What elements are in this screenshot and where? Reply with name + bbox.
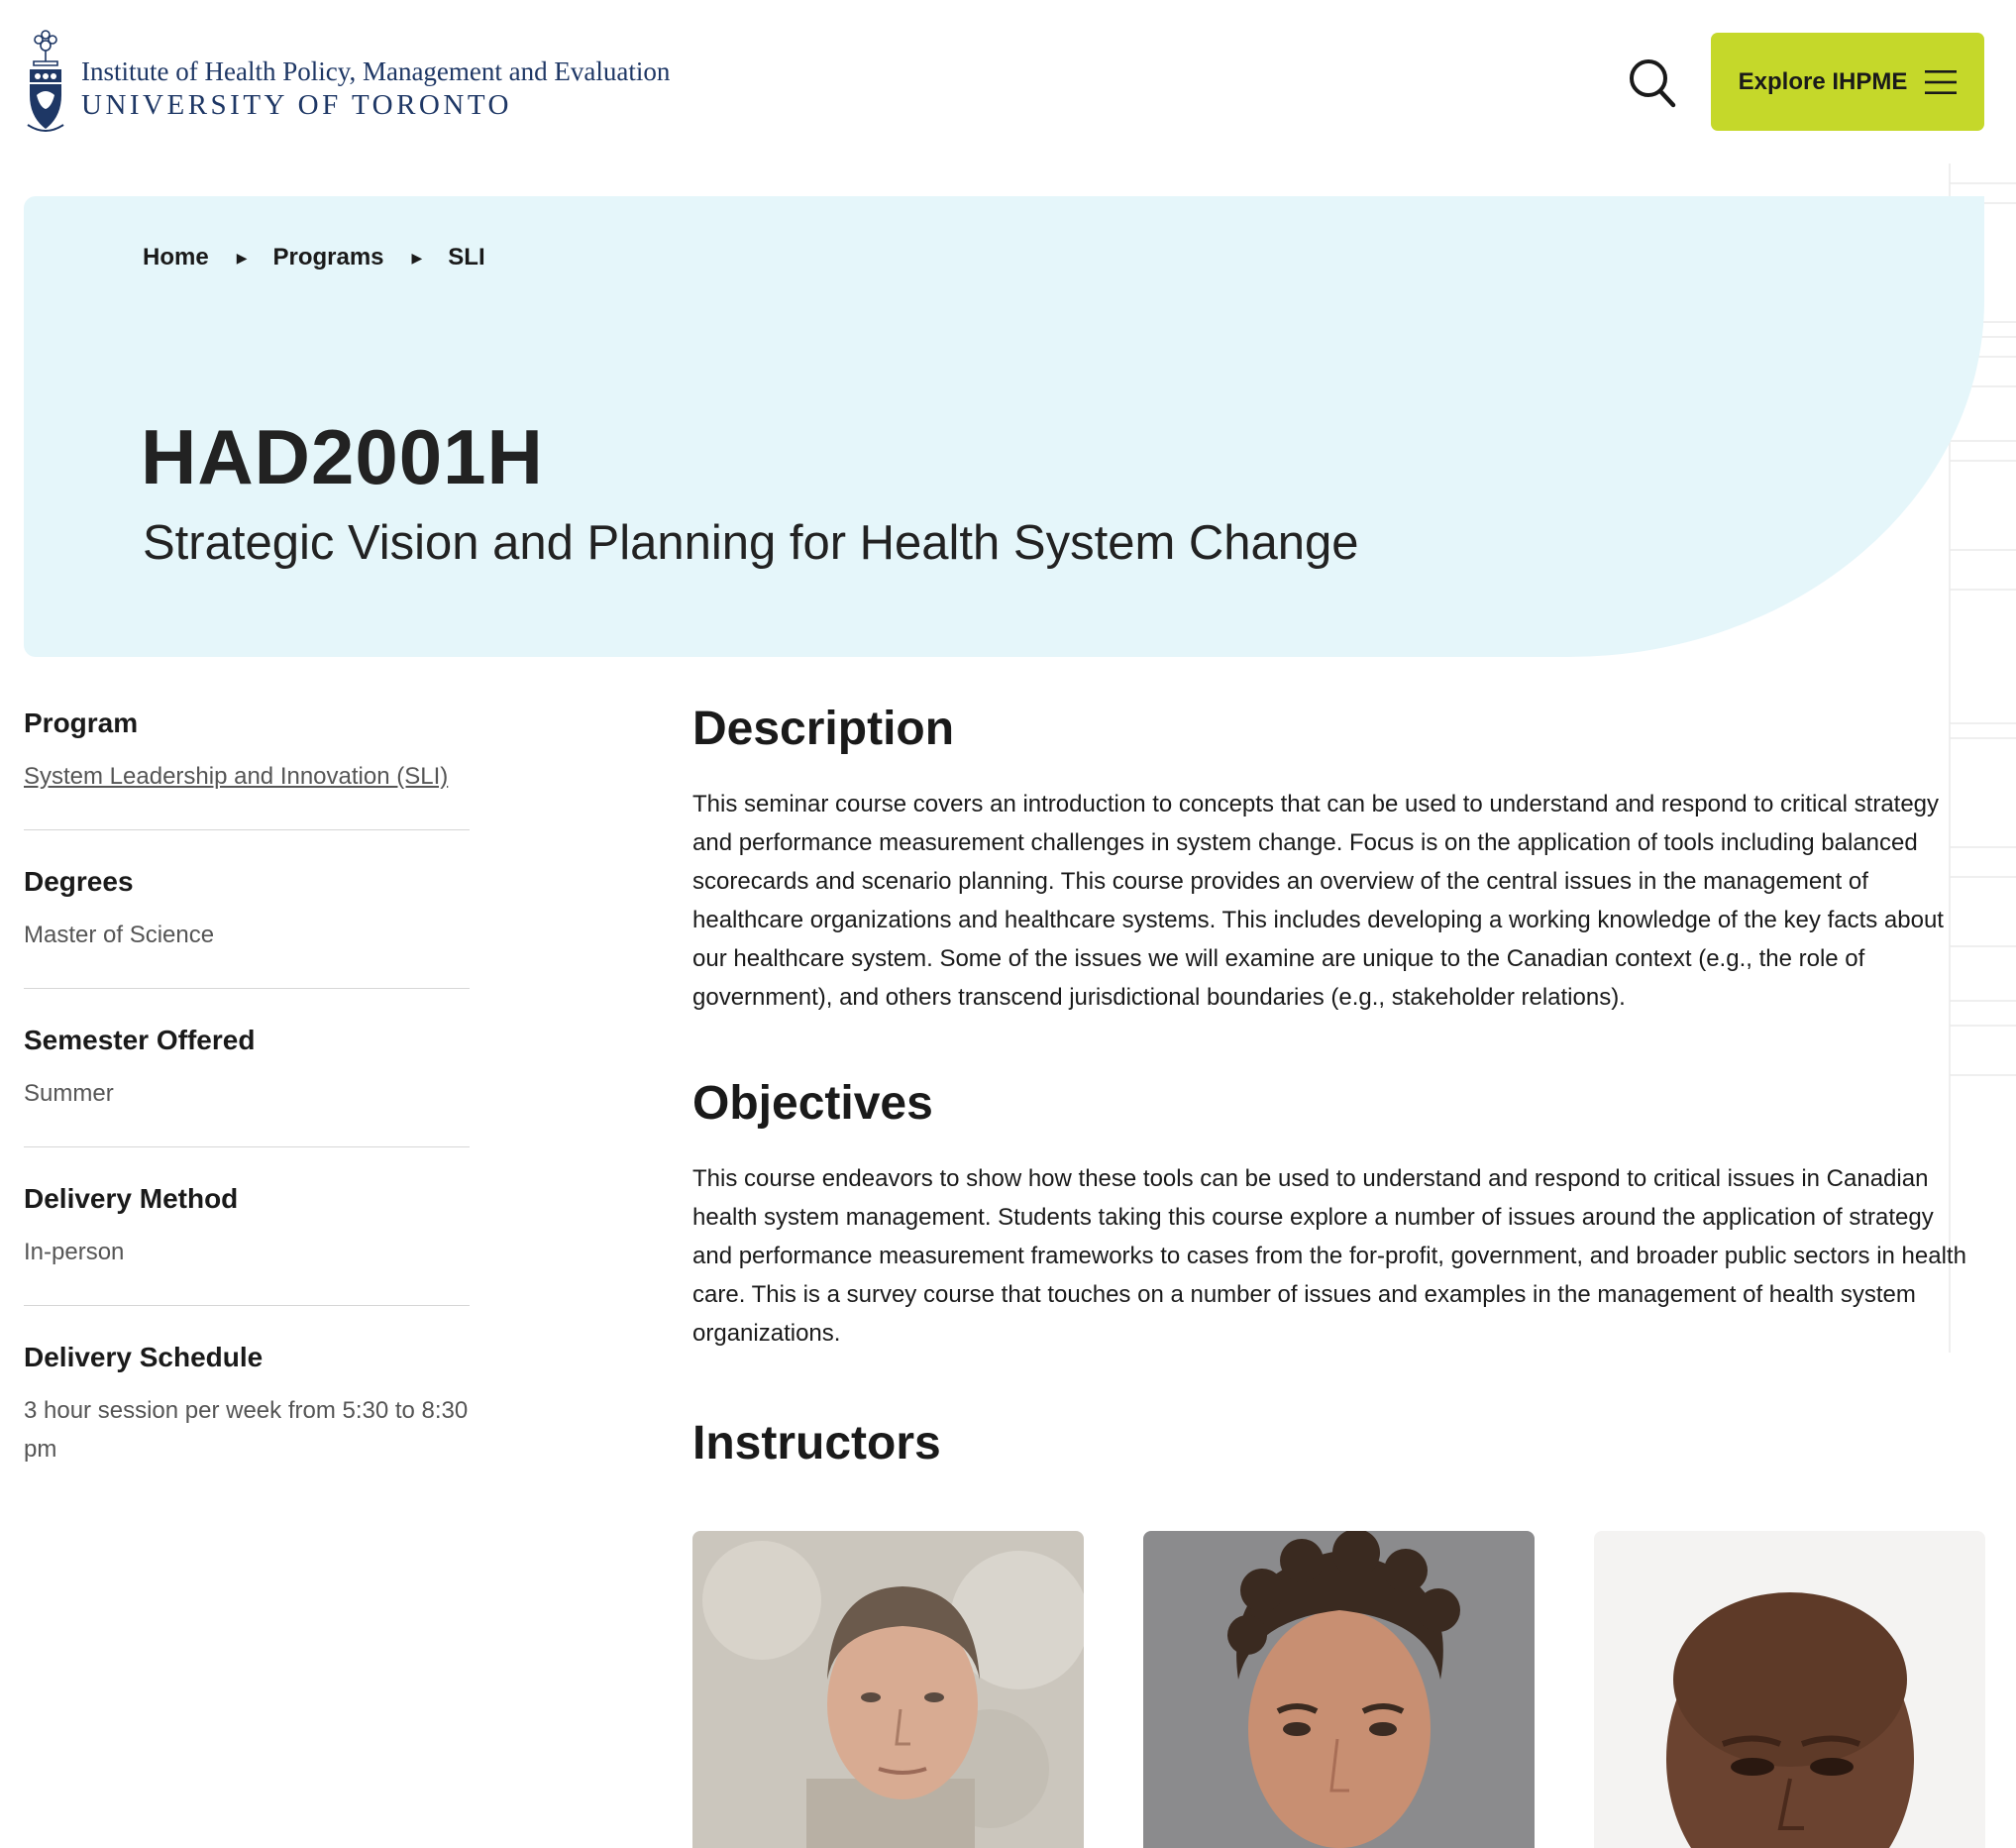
- instructor-card[interactable]: [1143, 1531, 1535, 1848]
- course-content: Description This seminar course covers a…: [692, 700, 1985, 1848]
- detail-label: Delivery Method: [24, 1183, 239, 1214]
- detail-value: In-person: [24, 1239, 125, 1265]
- instructors-list: [692, 1531, 1985, 1848]
- university-crest-icon: [27, 30, 64, 132]
- course-hero: Home ▶ Programs ▶ SLI HAD2001H Strategic…: [24, 196, 1984, 657]
- breadcrumb: Home ▶ Programs ▶ SLI: [143, 244, 485, 272]
- detail-label: Program: [24, 707, 139, 738]
- detail-program: Program System Leadership and Innovation…: [24, 704, 470, 830]
- course-title: Strategic Vision and Planning for Health…: [143, 516, 1359, 570]
- course-details-sidebar: Program System Leadership and Innovation…: [24, 704, 470, 1534]
- detail-delivery-method: Delivery Method In-person: [24, 1179, 470, 1306]
- detail-degrees: Degrees Master of Science: [24, 862, 470, 989]
- breadcrumb-programs[interactable]: Programs: [272, 244, 383, 272]
- explore-menu-label: Explore IHPME: [1738, 67, 1908, 95]
- objectives-heading: Objectives: [692, 1077, 933, 1130]
- search-button[interactable]: [1629, 57, 1676, 109]
- course-code: HAD2001H: [141, 413, 544, 500]
- university-name: UNIVERSITY OF TORONTO: [81, 89, 512, 121]
- institute-name: Institute of Health Policy, Management a…: [81, 56, 671, 86]
- description-heading: Description: [692, 703, 955, 755]
- detail-value: Master of Science: [24, 922, 215, 948]
- caret-right-icon: ▶: [236, 249, 248, 266]
- instructor-photo: [1594, 1531, 1985, 1848]
- program-link[interactable]: System Leadership and Innovation (SLI): [24, 757, 448, 796]
- instructor-card[interactable]: [692, 1531, 1084, 1848]
- logo-wordmark: Institute of Health Policy, Management a…: [81, 55, 670, 123]
- menu-icon: [1925, 69, 1958, 94]
- instructor-photo: [1143, 1531, 1535, 1848]
- description-text: This seminar course covers an introducti…: [692, 791, 1944, 1011]
- objectives-text: This course endeavors to show how these …: [692, 1165, 1966, 1347]
- instructor-card[interactable]: [1594, 1531, 1985, 1848]
- detail-delivery-schedule: Delivery Schedule 3 hour session per wee…: [24, 1338, 470, 1502]
- detail-label: Degrees: [24, 866, 134, 897]
- detail-label: Delivery Schedule: [24, 1342, 264, 1372]
- detail-label: Semester Offered: [24, 1025, 256, 1055]
- instructors-heading: Instructors: [692, 1417, 941, 1469]
- site-logo[interactable]: Institute of Health Policy, Management a…: [24, 26, 678, 140]
- breadcrumb-home[interactable]: Home: [143, 244, 209, 272]
- instructor-photo: [692, 1531, 1084, 1848]
- explore-menu-button[interactable]: Explore IHPME: [1711, 33, 1984, 131]
- detail-semester: Semester Offered Summer: [24, 1021, 470, 1147]
- detail-value: Summer: [24, 1080, 114, 1107]
- caret-right-icon: ▶: [411, 249, 423, 266]
- breadcrumb-sli[interactable]: SLI: [448, 244, 484, 272]
- site-header: Institute of Health Policy, Management a…: [0, 0, 2016, 163]
- detail-value: 3 hour session per week from 5:30 to 8:3…: [24, 1397, 469, 1463]
- search-icon: [1630, 59, 1676, 108]
